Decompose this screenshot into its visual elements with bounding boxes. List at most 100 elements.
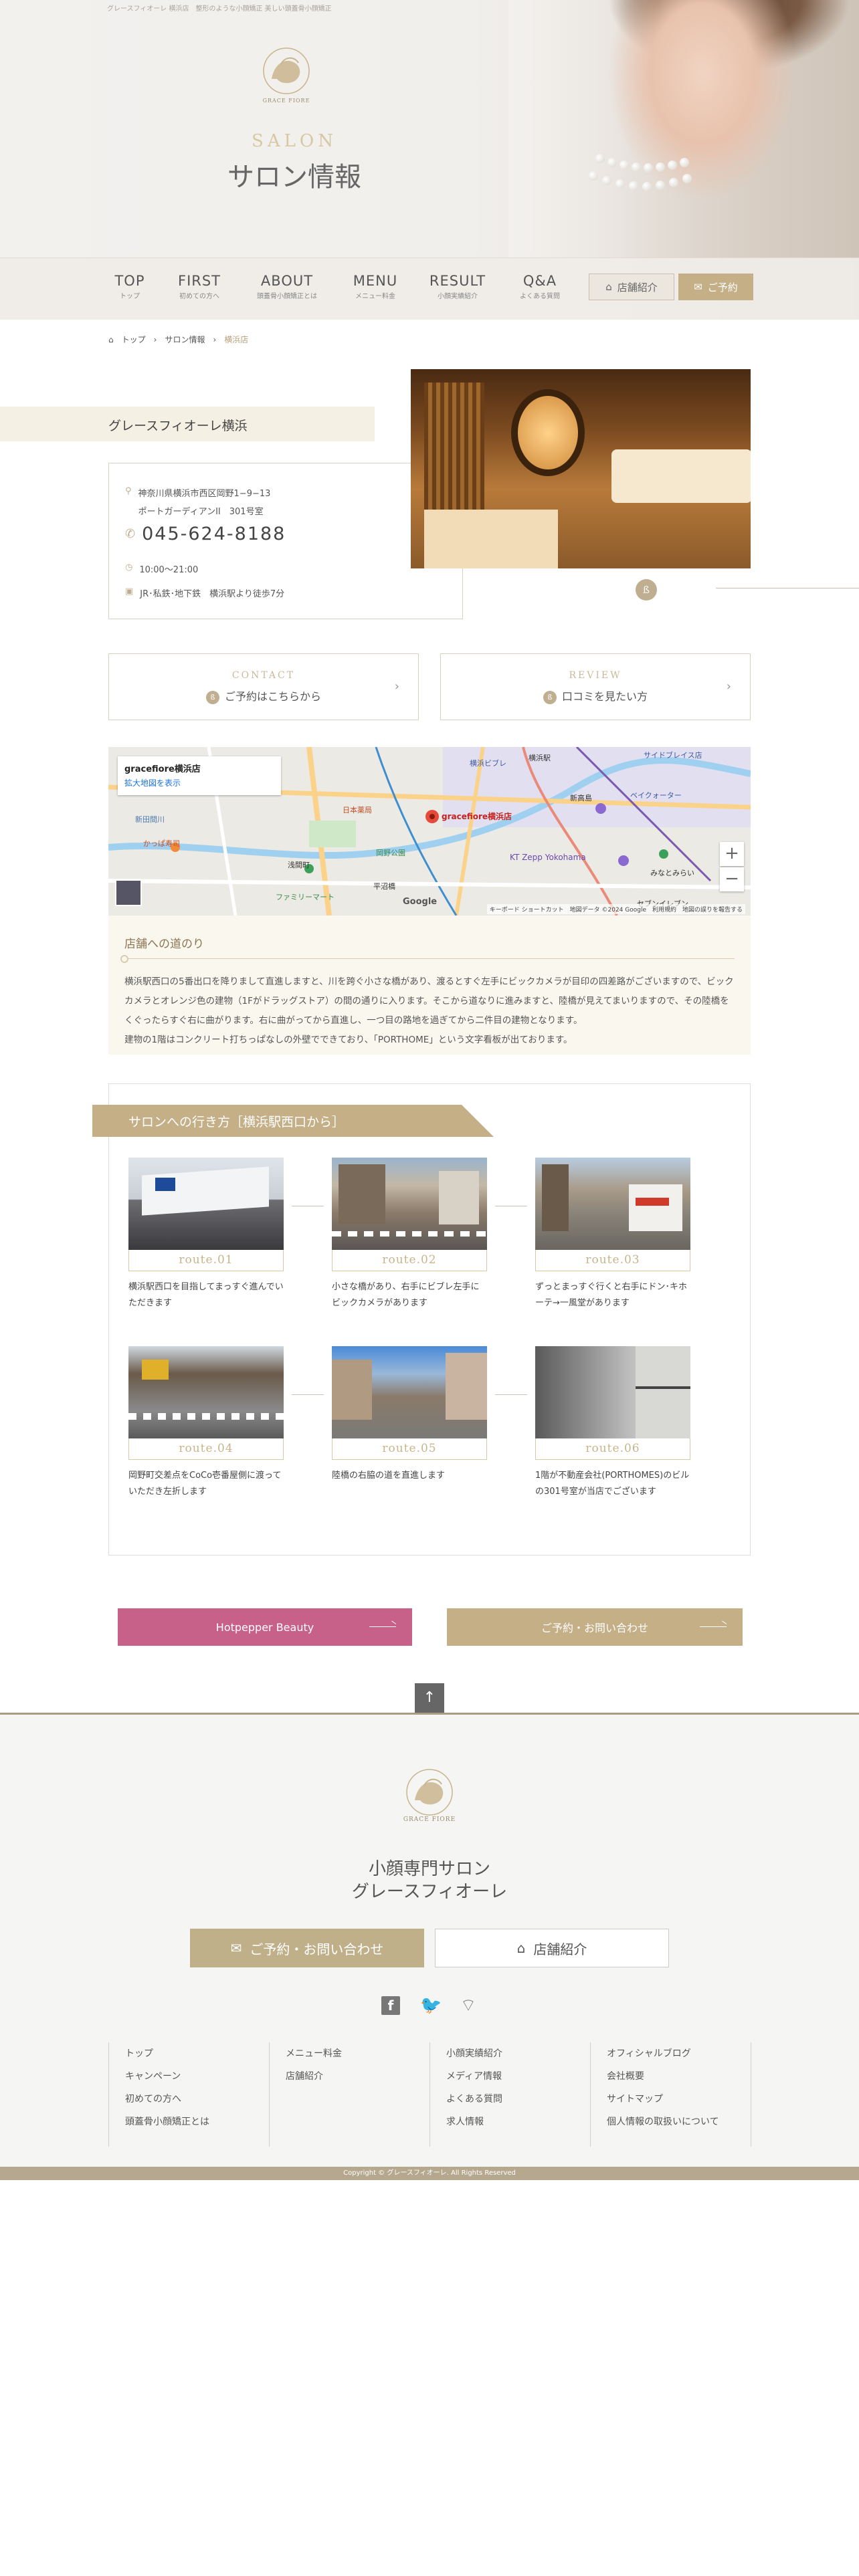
global-nav: TOP トップ FIRST 初めての方へ ABOUT 頭蓋骨小顔矯正とは MENU メニ…: [0, 257, 859, 320]
zoom-out-button[interactable]: −: [720, 867, 744, 891]
footer-link[interactable]: よくある質問: [446, 2088, 590, 2111]
route-step: route.01 横浜駅西口を目指してまっすぐ進んでいただきます: [128, 1158, 284, 1311]
footer-link[interactable]: 初めての方へ: [125, 2088, 269, 2111]
nav-menu[interactable]: MENU メニュー料金: [347, 273, 404, 300]
map-label: かっぱ寿司: [143, 839, 180, 848]
footer-link[interactable]: メディア情報: [446, 2065, 590, 2088]
footer-link[interactable]: 会社概要: [607, 2065, 751, 2088]
route-step: route.05 陸橋の右脇の道を直進します: [332, 1346, 487, 1484]
logo-mark-icon: ß: [543, 690, 557, 704]
footer-nav-column: 小顔実績紹介 メディア情報 よくある質問 求人情報: [430, 2042, 590, 2147]
logo-wordmark: GRACE FIORE: [262, 98, 310, 104]
map-label: サイドブレイス店: [644, 751, 702, 760]
chevron-right-icon: ›: [726, 679, 731, 693]
route-photo: [332, 1158, 487, 1250]
footer-contact-button[interactable]: ✉ ご予約・お問い合わせ: [190, 1929, 424, 1967]
map-enlarge-link[interactable]: 拡大地図を表示: [124, 777, 274, 788]
google-logo: Google: [403, 897, 438, 907]
map-label: 横浜駅: [529, 754, 551, 762]
footer-link[interactable]: 個人情報の取扱いについて: [607, 2111, 751, 2133]
route-arrow: [495, 1394, 527, 1395]
footer-link[interactable]: 頭蓋骨小顔矯正とは: [125, 2111, 269, 2133]
hotpepper-button[interactable]: Hotpepper Beauty: [118, 1608, 412, 1646]
salon-info-box: ⚲ 神奈川県横浜市西区岡野1−9−13 ポートガーディアンII 301号室 ✆ 0…: [108, 463, 463, 619]
phone-number[interactable]: 045-624-8188: [142, 524, 286, 544]
site-tagline: グレースフィオーレ 横浜店 整形のような小顔矯正 美しい頭蓋骨小顔矯正: [107, 5, 332, 13]
route-photo: [128, 1158, 284, 1250]
footer-title: 小顔専門サロン: [368, 1859, 490, 1879]
footer-nav-column: メニュー料金 店舗紹介: [269, 2042, 430, 2147]
map-label: ファミリーマート: [276, 893, 335, 901]
rss-icon[interactable]: ⌔: [459, 1996, 478, 2015]
business-hours: 10:00〜21:00: [139, 565, 199, 575]
route-photo: [332, 1346, 487, 1438]
route-step: route.02 小さな橋があり、右手にビブレ左手にビックカメラがあります: [332, 1158, 487, 1311]
nav-about[interactable]: ABOUT 頭蓋骨小顔矯正とは: [252, 273, 322, 300]
breadcrumb-home[interactable]: トップ: [122, 334, 146, 345]
footer-link[interactable]: オフィシャルブログ: [607, 2042, 751, 2065]
footer-link[interactable]: メニュー料金: [286, 2042, 430, 2065]
footer-link[interactable]: トップ: [125, 2042, 269, 2065]
clock-icon: ◷: [125, 562, 133, 572]
address-line2: ポートガーディアンII 301号室: [138, 507, 264, 517]
phone-icon: ✆: [125, 527, 136, 541]
footer-link[interactable]: 小顔実績紹介: [446, 2042, 590, 2065]
arrow-right-icon: [700, 1626, 727, 1627]
nav-top[interactable]: TOP トップ: [112, 273, 147, 300]
nav-first[interactable]: FIRST 初めての方へ: [173, 273, 226, 300]
mail-icon: ✉: [694, 281, 702, 293]
footer-title: グレースフィオーレ: [351, 1882, 508, 1902]
train-icon: ▣: [125, 586, 134, 597]
salon-interior-photo: [411, 369, 751, 568]
contact-box[interactable]: CONTACT ß ご予約はこちらから ›: [108, 653, 419, 720]
route-step: route.06 1階が不動産会社(PORTHOMES)のビルの301号室が当店…: [535, 1346, 690, 1500]
map-place-name: gracefiore横浜店: [124, 764, 201, 774]
zoom-in-button[interactable]: +: [720, 842, 744, 866]
map-label: 岡野公園: [376, 849, 405, 857]
facebook-icon[interactable]: f: [381, 1996, 400, 2015]
twitter-icon[interactable]: 🐦: [420, 1996, 442, 2015]
map-label: 新高島: [570, 794, 592, 802]
footer-shop-button[interactable]: ⌂ 店舗紹介: [435, 1929, 669, 1967]
breadcrumb-current: 横浜店: [224, 335, 249, 344]
chevron-right-icon: ›: [394, 679, 399, 693]
map-label: 平沼橋: [373, 882, 395, 891]
footer-nav-column: トップ キャンペーン 初めての方へ 頭蓋骨小顔矯正とは: [108, 2042, 269, 2147]
arrow-up-icon: ↑: [423, 1689, 436, 1706]
footer-logo-wordmark: GRACE FIORE: [403, 1816, 456, 1823]
review-box[interactable]: REVIEW ß 口コミを見たい方 ›: [440, 653, 751, 720]
directions-text: 横浜駅西口の5番出口を降りまして直進しますと、川を跨ぐ小さな橋があり、渡るとすぐ…: [124, 976, 734, 1045]
footer-link[interactable]: 店舗紹介: [286, 2065, 430, 2088]
map-label: 日本薬局: [343, 806, 372, 815]
map-thumbnail[interactable]: [115, 879, 142, 906]
route-photo: [535, 1346, 690, 1438]
shop-button[interactable]: ⌂ 店舗紹介: [589, 274, 674, 300]
map-label: ベイクォーター: [630, 791, 682, 800]
route-arrow: [292, 1394, 324, 1395]
page-title-en: SALON: [252, 131, 337, 151]
map-label: みなとみらい: [650, 869, 694, 877]
footer-link[interactable]: サイトマップ: [607, 2088, 751, 2111]
directions-title: 店舗への道のり: [124, 938, 204, 951]
route-photo: [535, 1158, 690, 1250]
back-to-top-button[interactable]: ↑: [415, 1683, 444, 1713]
mail-icon: ✉: [230, 1940, 242, 1956]
footer-link[interactable]: 求人情報: [446, 2111, 590, 2133]
map-marker-label[interactable]: gracefiore横浜店: [442, 811, 512, 822]
nav-qa[interactable]: Q&A よくある質問: [511, 273, 569, 300]
contact-button[interactable]: ご予約・お問い合わせ: [447, 1608, 743, 1646]
logo-mark-icon: ß: [205, 690, 219, 704]
reserve-button[interactable]: ✉ ご予約: [678, 274, 753, 300]
address-line1: 神奈川県横浜市西区岡野1−9−13: [138, 489, 271, 499]
breadcrumb: ⌂ トップ › サロン情報 › 横浜店: [108, 334, 249, 345]
nav-result[interactable]: RESULT 小顔実績紹介: [425, 273, 490, 300]
route-step: route.04 岡野町交差点をCoCo壱番屋側に渡っていただき左折します: [128, 1346, 284, 1500]
google-map[interactable]: gracefiore横浜店 拡大地図を表示 gracefiore横浜店 横浜ビブ…: [108, 747, 751, 916]
home-icon: ⌂: [516, 1940, 526, 1956]
breadcrumb-parent[interactable]: サロン情報: [165, 334, 205, 345]
footer-link[interactable]: キャンペーン: [125, 2065, 269, 2088]
access-info: JR･私鉄･地下鉄 横浜駅より徒歩7分: [140, 589, 285, 599]
salon-name: グレースフィオーレ横浜: [108, 419, 248, 433]
home-icon: ⌂: [605, 281, 612, 293]
map-attribution: キーボード ショートカット 地図データ ©2024 Google 利用規約 地図…: [486, 904, 745, 914]
